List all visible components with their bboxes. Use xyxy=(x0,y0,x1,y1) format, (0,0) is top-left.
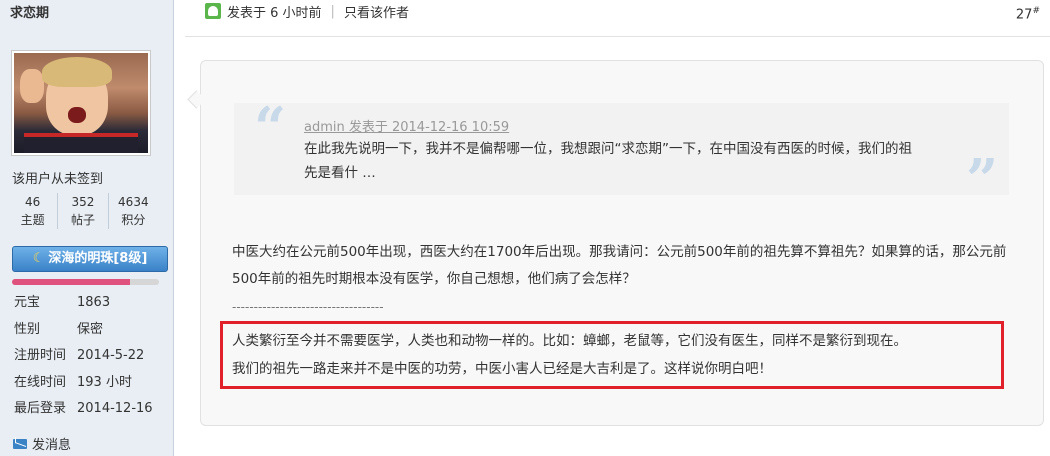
signin-status: 该用户从未签到 xyxy=(12,172,104,187)
rank-label: 深海的明珠[8级] xyxy=(48,251,148,266)
rank-badge[interactable]: ☾ 深海的明珠[8级] xyxy=(12,246,168,272)
experience-bar xyxy=(12,279,159,285)
post-text: 中医大约在公元前500年出现，西医大约在1700年后出现。那我请问：公元前500… xyxy=(232,244,1007,287)
info-value: 1863 xyxy=(77,295,111,310)
user-stats: 46 主题 352 帖子 4634 积分 xyxy=(8,193,158,229)
info-row: 在线时间 193 小时 xyxy=(14,372,164,399)
dash-divider: ----------------------------------- xyxy=(232,300,384,314)
stat-value: 46 xyxy=(25,195,41,209)
user-sidebar: 求恋期 该用户从未签到 46 主题 352 帖子 4634 积分 ☾ 深海的明珠[… xyxy=(0,0,174,456)
info-row: 性别 保密 xyxy=(14,319,164,346)
stat-posts[interactable]: 352 帖子 xyxy=(57,193,107,229)
close-quote-icon: ” xyxy=(966,147,999,213)
highlight-line: 人类繁衍至今并不需要医学，人类也和动物一样的。比如：蟑螂，老鼠等，它们没有医生，… xyxy=(232,333,907,349)
info-value: 193 小时 xyxy=(77,374,132,390)
post-time: 发表于 6 小时前 xyxy=(227,5,322,21)
post-header: 发表于 6 小时前 | 只看该作者 xyxy=(205,2,409,21)
experience-bar-fill xyxy=(12,279,130,285)
info-row: 最后登录 2014-12-16 xyxy=(14,398,164,425)
info-label: 注册时间 xyxy=(14,348,67,363)
info-row: 元宝 1863 xyxy=(14,292,164,319)
open-quote-icon: “ xyxy=(254,95,287,161)
info-label: 元宝 xyxy=(14,295,41,310)
envelope-icon xyxy=(13,438,27,449)
online-status-icon xyxy=(205,3,221,19)
user-info: 元宝 1863 性别 保密 注册时间 2014-5-22 在线时间 193 小时… xyxy=(14,292,164,425)
highlight-line: 我们的祖先一路走来并不是中医的功劳，中医小害人已经是大吉利是了。这样说你明白吧！ xyxy=(232,361,772,377)
highlighted-text: 人类繁衍至今并不需要医学，人类也和动物一样的。比如：蟑螂，老鼠等，它们没有医生，… xyxy=(232,327,1002,383)
avatar-image xyxy=(14,53,148,153)
author-only-link[interactable]: 只看该作者 xyxy=(344,2,409,21)
quote-text: 在此我先说明一下，我并不是偏帮哪一位，我想跟问“求恋期”一下，在中国没有西医的时… xyxy=(304,141,912,181)
info-label: 在线时间 xyxy=(14,374,67,390)
separator: | xyxy=(330,3,335,19)
stat-value: 4634 xyxy=(118,195,149,209)
floor-number[interactable]: 27# xyxy=(1016,6,1040,22)
info-label: 最后登录 xyxy=(14,401,67,416)
username[interactable]: 求恋期 xyxy=(10,2,49,21)
stat-value: 352 xyxy=(71,195,95,209)
stat-topics[interactable]: 46 主题 xyxy=(8,193,57,229)
info-row: 注册时间 2014-5-22 xyxy=(14,345,164,372)
stat-label: 主题 xyxy=(20,213,45,227)
stat-label: 帖子 xyxy=(70,213,95,227)
send-message-label: 发消息 xyxy=(32,438,72,453)
info-value: 2014-12-16 xyxy=(77,401,153,416)
floor-suffix: # xyxy=(1032,6,1040,16)
quote-author-link[interactable]: admin 发表于 2014-12-16 10:59 xyxy=(304,116,509,135)
stat-label: 积分 xyxy=(121,213,146,227)
floor-num: 27 xyxy=(1015,7,1033,23)
header-divider xyxy=(185,36,1050,37)
avatar[interactable] xyxy=(11,50,151,156)
info-label: 性别 xyxy=(14,321,41,337)
info-value: 2014-5-22 xyxy=(77,348,145,363)
send-message-link[interactable]: 发消息 xyxy=(13,434,71,453)
stat-points[interactable]: 4634 积分 xyxy=(107,193,158,229)
moon-icon: ☾ xyxy=(32,251,45,266)
info-value: 保密 xyxy=(77,321,104,337)
